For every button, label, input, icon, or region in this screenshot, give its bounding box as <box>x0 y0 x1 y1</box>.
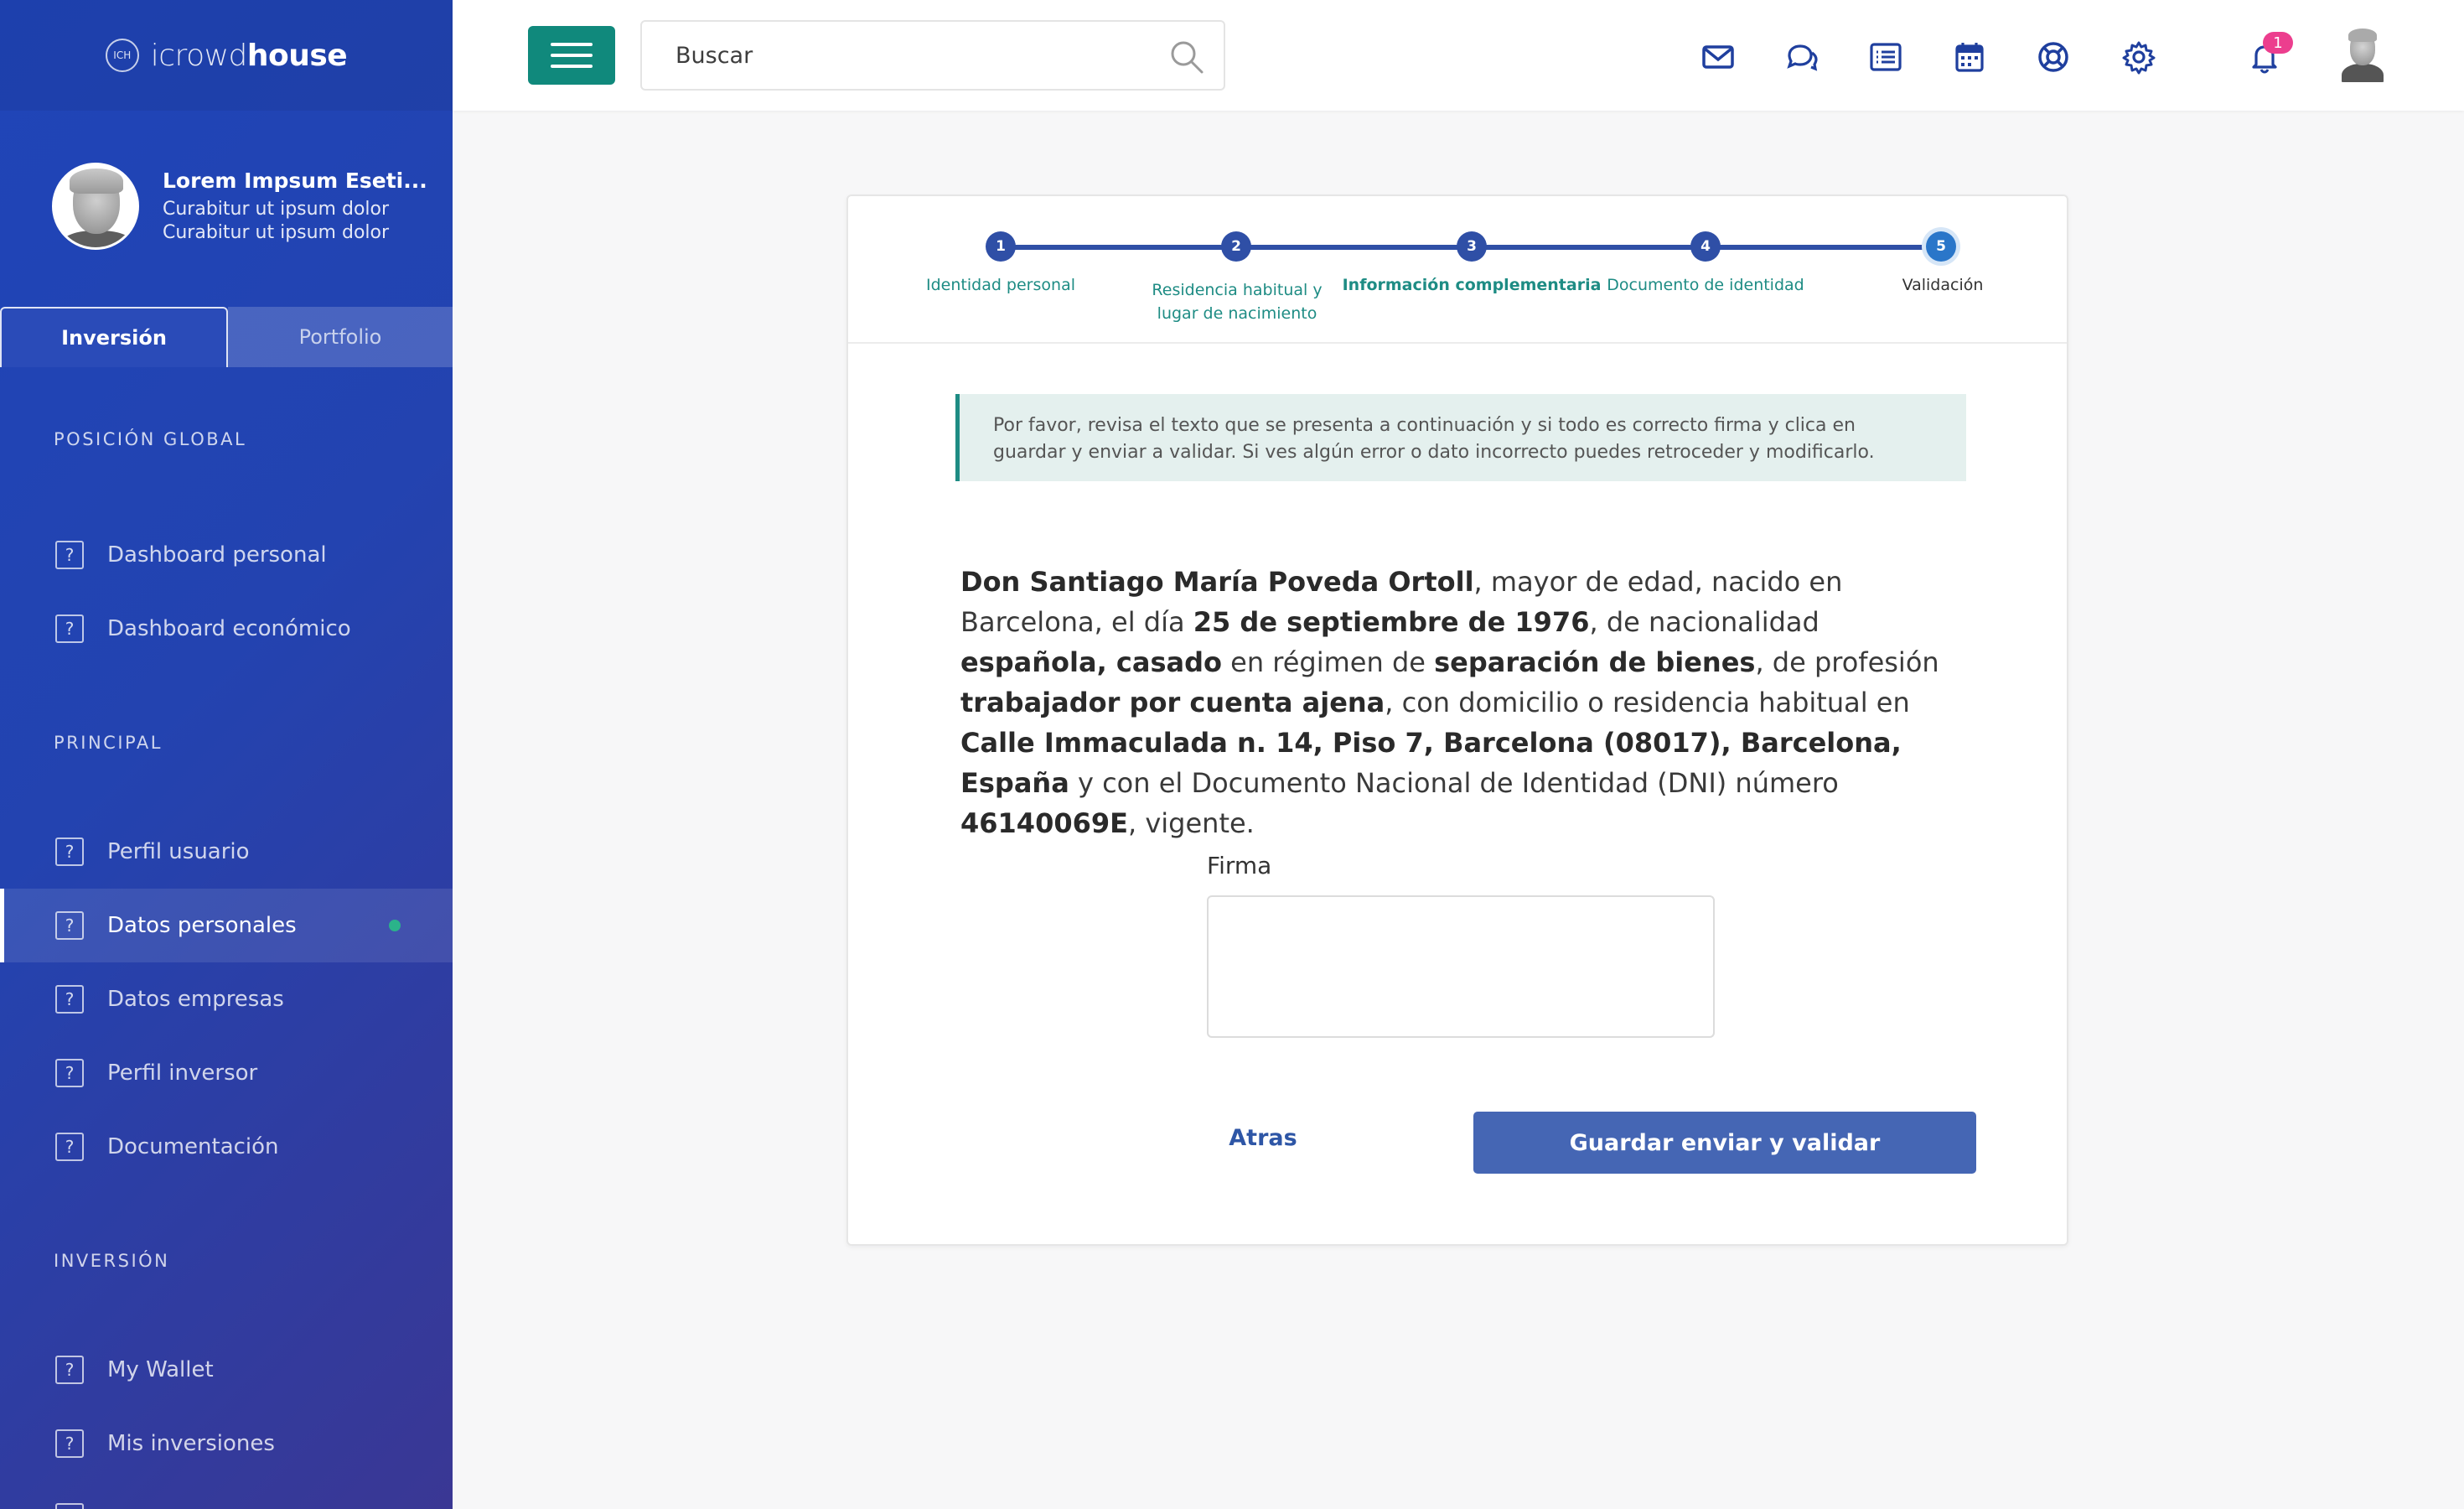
sidebar-item-dashboard-personal[interactable]: ? Dashboard personal <box>0 518 453 592</box>
sidebar-item-label: Datos personales <box>107 913 297 938</box>
tab-portfolio[interactable]: Portfolio <box>228 307 453 367</box>
list-icon[interactable] <box>1867 39 1904 75</box>
help-square-icon: ? <box>55 1356 84 1384</box>
top-bar: Buscar 1 <box>453 0 2464 111</box>
nationality: española, casado <box>960 646 1222 678</box>
profile-line-2: Curabitur ut ipsum dolor <box>163 221 390 243</box>
dni-number: 46140069E <box>960 807 1128 839</box>
sidebar-tabs: Inversión Portfolio <box>0 307 453 367</box>
search-input[interactable]: Buscar <box>640 20 1225 91</box>
brand-wordmark: icrowdhouse <box>150 38 348 73</box>
step-2-label[interactable]: Residencia habitual y lugar de nacimient… <box>1152 278 1322 325</box>
sidebar-item-dashboard-economico[interactable]: ? Dashboard económico <box>0 592 453 666</box>
sidebar-item-label: My Wallet <box>107 1357 214 1382</box>
step-5-dot[interactable]: 5 <box>1926 231 1956 262</box>
legal-declaration: Don Santiago María Poveda Ortoll, mayor … <box>960 562 1958 843</box>
active-indicator-dot <box>389 920 401 931</box>
settings-icon[interactable] <box>2120 39 2157 75</box>
sidebar-item-label: Dashboard económico <box>107 616 351 641</box>
profile-name: Lorem Impsum Eseti... <box>163 168 427 193</box>
step-2-label-line-2: lugar de nacimiento <box>1157 304 1317 323</box>
brand-logo[interactable]: ICH icrowdhouse <box>0 0 453 111</box>
help-square-icon: ? <box>55 911 84 940</box>
sidebar-item-label: Perfil inversor <box>107 1060 258 1086</box>
declarant-name: Don Santiago María Poveda Ortoll <box>960 566 1474 598</box>
profile-line-1: Curabitur ut ipsum dolor <box>163 198 390 220</box>
help-square-icon: ? <box>55 1059 84 1087</box>
back-button[interactable]: Atras <box>1183 1125 1343 1151</box>
legal-text: en régimen de <box>1221 646 1435 678</box>
sidebar-item-my-wallet[interactable]: ? My Wallet <box>0 1333 453 1407</box>
birth-date: 25 de septiembre de 1976 <box>1193 606 1590 638</box>
profession: trabajador por cuenta ajena <box>960 687 1385 718</box>
step-3-label[interactable]: Información complementaria <box>1343 273 1602 297</box>
mail-icon[interactable] <box>1700 39 1737 75</box>
user-avatar-button[interactable] <box>2338 27 2387 82</box>
section-title-global: POSICIÓN GLOBAL <box>54 429 247 449</box>
legal-text: , con domicilio o residencia habitual en <box>1385 687 1910 718</box>
search-icon[interactable] <box>1168 39 1205 75</box>
legal-text: , de nacionalidad <box>1589 606 1820 638</box>
sidebar-item-partial[interactable]: ? <box>0 1480 453 1509</box>
tab-inversion[interactable]: Inversión <box>0 307 228 367</box>
sidebar-item-mis-inversiones[interactable]: ? Mis inversiones <box>0 1407 453 1480</box>
notification-badge: 1 <box>2263 32 2293 54</box>
menu-toggle-button[interactable] <box>528 26 615 85</box>
step-4-dot[interactable]: 4 <box>1690 231 1721 262</box>
help-square-icon: ? <box>55 1503 84 1509</box>
help-square-icon: ? <box>55 614 84 643</box>
sidebar-item-datos-empresas[interactable]: ? Datos empresas <box>0 962 453 1036</box>
sidebar-item-label: Datos empresas <box>107 987 284 1012</box>
legal-text: y con el Documento Nacional de Identidad… <box>1069 767 1839 799</box>
legal-text: , vigente. <box>1127 807 1255 839</box>
legal-text: , de profesión <box>1755 646 1939 678</box>
section-title-inversion: INVERSIÓN <box>54 1251 170 1271</box>
help-square-icon: ? <box>55 1429 84 1458</box>
help-square-icon: ? <box>55 1133 84 1161</box>
sidebar-item-label: Perfil usuario <box>107 839 250 864</box>
validation-card: 1 2 3 4 5 Identidad personal Residencia … <box>846 194 2068 1246</box>
signature-pad[interactable] <box>1207 895 1715 1038</box>
step-2-dot[interactable]: 2 <box>1221 231 1251 262</box>
sidebar-item-datos-personales[interactable]: ? Datos personales <box>0 889 453 962</box>
search-placeholder: Buscar <box>676 42 753 69</box>
step-2-label-line-1: Residencia habitual y <box>1152 281 1323 299</box>
sidebar-item-perfil-inversor[interactable]: ? Perfil inversor <box>0 1036 453 1110</box>
signature-label: Firma <box>1207 852 1272 879</box>
step-4-label[interactable]: Documento de identidad <box>1607 273 1804 297</box>
user-profile[interactable]: Lorem Impsum Eseti... Curabitur ut ipsum… <box>52 163 427 250</box>
step-1-dot[interactable]: 1 <box>986 231 1016 262</box>
brand-mark-icon: ICH <box>105 39 139 72</box>
sidebar-item-label: Mis inversiones <box>107 1431 275 1456</box>
brand-wordmark-light: icrowd <box>150 38 248 73</box>
sidebar: ICH icrowdhouse Lorem Impsum Eseti... Cu… <box>0 0 453 1509</box>
sidebar-item-perfil-usuario[interactable]: ? Perfil usuario <box>0 815 453 889</box>
help-square-icon: ? <box>55 541 84 569</box>
section-title-principal: PRINCIPAL <box>54 733 163 753</box>
info-notice: Por favor, revisa el texto que se presen… <box>955 394 1966 481</box>
avatar <box>52 163 139 250</box>
marital-regime: separación de bienes <box>1434 646 1756 678</box>
progress-stepper: 1 2 3 4 5 Identidad personal Residencia … <box>848 196 2067 344</box>
step-5-label[interactable]: Validación <box>1902 273 1984 297</box>
submit-button[interactable]: Guardar enviar y validar <box>1473 1112 1976 1174</box>
help-square-icon: ? <box>55 837 84 866</box>
lifebuoy-icon[interactable] <box>2035 39 2072 75</box>
chat-icon[interactable] <box>1783 39 1820 75</box>
sidebar-item-label: Dashboard personal <box>107 542 327 568</box>
step-3-dot[interactable]: 3 <box>1457 231 1487 262</box>
calendar-icon[interactable] <box>1951 39 1988 75</box>
help-square-icon: ? <box>55 985 84 1014</box>
sidebar-item-documentacion[interactable]: ? Documentación <box>0 1110 453 1184</box>
sidebar-item-label: Documentación <box>107 1134 279 1159</box>
brand-wordmark-bold: house <box>246 38 348 73</box>
step-1-label[interactable]: Identidad personal <box>926 273 1075 297</box>
